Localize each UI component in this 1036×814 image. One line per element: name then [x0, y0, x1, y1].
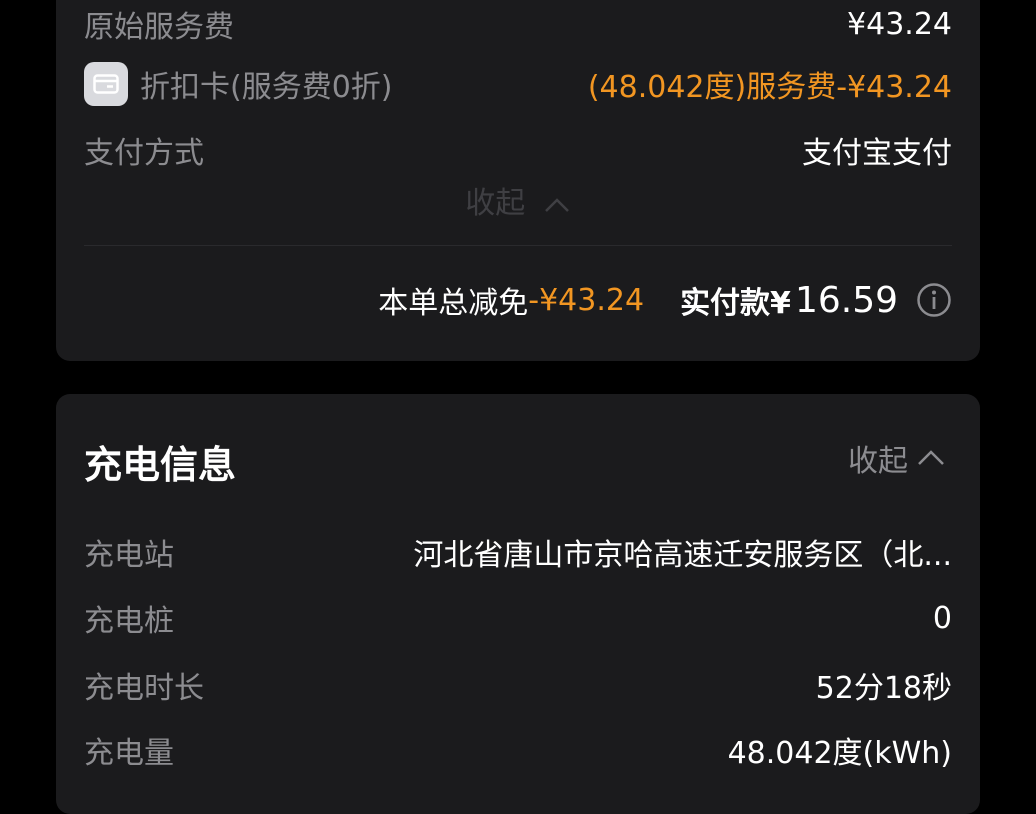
payment-method-row: 支付方式 支付宝支付 — [84, 128, 952, 172]
total-discount-value: -¥43.24 — [528, 282, 645, 318]
card-icon — [84, 62, 128, 106]
paid-amount: 16.59 — [794, 279, 898, 321]
divider — [84, 245, 952, 246]
collapse-charging-label: 收起 — [848, 444, 908, 479]
charging-pile-label: 充电桩 — [84, 604, 174, 639]
charging-station-label: 充电站 — [84, 538, 174, 573]
charging-station-value: 河北省唐山市京哈高速迁安服务区（北... — [413, 538, 952, 573]
total-discount-label: 本单总减免 — [378, 286, 529, 321]
collapse-charging-button[interactable]: 收起 — [848, 436, 946, 480]
original-fee-label: 原始服务费 — [84, 10, 234, 45]
collapse-details-label: 收起 — [465, 186, 526, 221]
section-title: 充电信息 — [84, 443, 237, 487]
original-fee-value: ¥43.24 — [847, 6, 952, 42]
charging-duration-label: 充电时长 — [84, 671, 204, 706]
charging-station-row: 充电站 河北省唐山市京哈高速迁安服务区（北... — [84, 530, 952, 574]
original-fee-row: 原始服务费 ¥43.24 — [84, 2, 952, 46]
info-icon[interactable] — [916, 282, 952, 318]
chevron-up-icon — [916, 441, 946, 476]
charging-pile-row: 充电桩 0 — [84, 596, 952, 640]
charging-info-card: 充电信息 收起 充电站 河北省唐山市京哈高速迁安服务区（北... 充电桩 0 充… — [56, 394, 980, 814]
discount-label-group: 折扣卡(服务费0折) — [84, 62, 393, 106]
discount-card-label: 折扣卡(服务费0折) — [140, 70, 393, 105]
payment-summary: 本单总减免 -¥43.24 实付款¥ 16.59 — [378, 278, 952, 322]
charging-pile-value: 0 — [932, 600, 952, 636]
discount-card-row[interactable]: 折扣卡(服务费0折) (48.042度)服务费-¥43.24 — [84, 62, 952, 106]
discount-card-value: (48.042度)服务费-¥43.24 — [587, 70, 952, 105]
collapse-details-button[interactable]: 收起 — [56, 178, 980, 222]
order-fee-card: 原始服务费 ¥43.24 折扣卡(服务费0折) (48.042度)服务费-¥43… — [56, 0, 980, 361]
charging-energy-label: 充电量 — [84, 736, 174, 771]
payment-method-label: 支付方式 — [84, 136, 204, 171]
charging-duration-row: 充电时长 52分18秒 — [84, 663, 952, 707]
charging-duration-value: 52分18秒 — [815, 671, 952, 706]
chevron-up-icon — [543, 187, 571, 222]
payment-method-value: 支付宝支付 — [802, 136, 952, 171]
charging-energy-row: 充电量 48.042度(kWh) — [84, 728, 952, 772]
paid-label: 实付款¥ — [680, 286, 791, 321]
charging-energy-value: 48.042度(kWh) — [727, 736, 952, 771]
